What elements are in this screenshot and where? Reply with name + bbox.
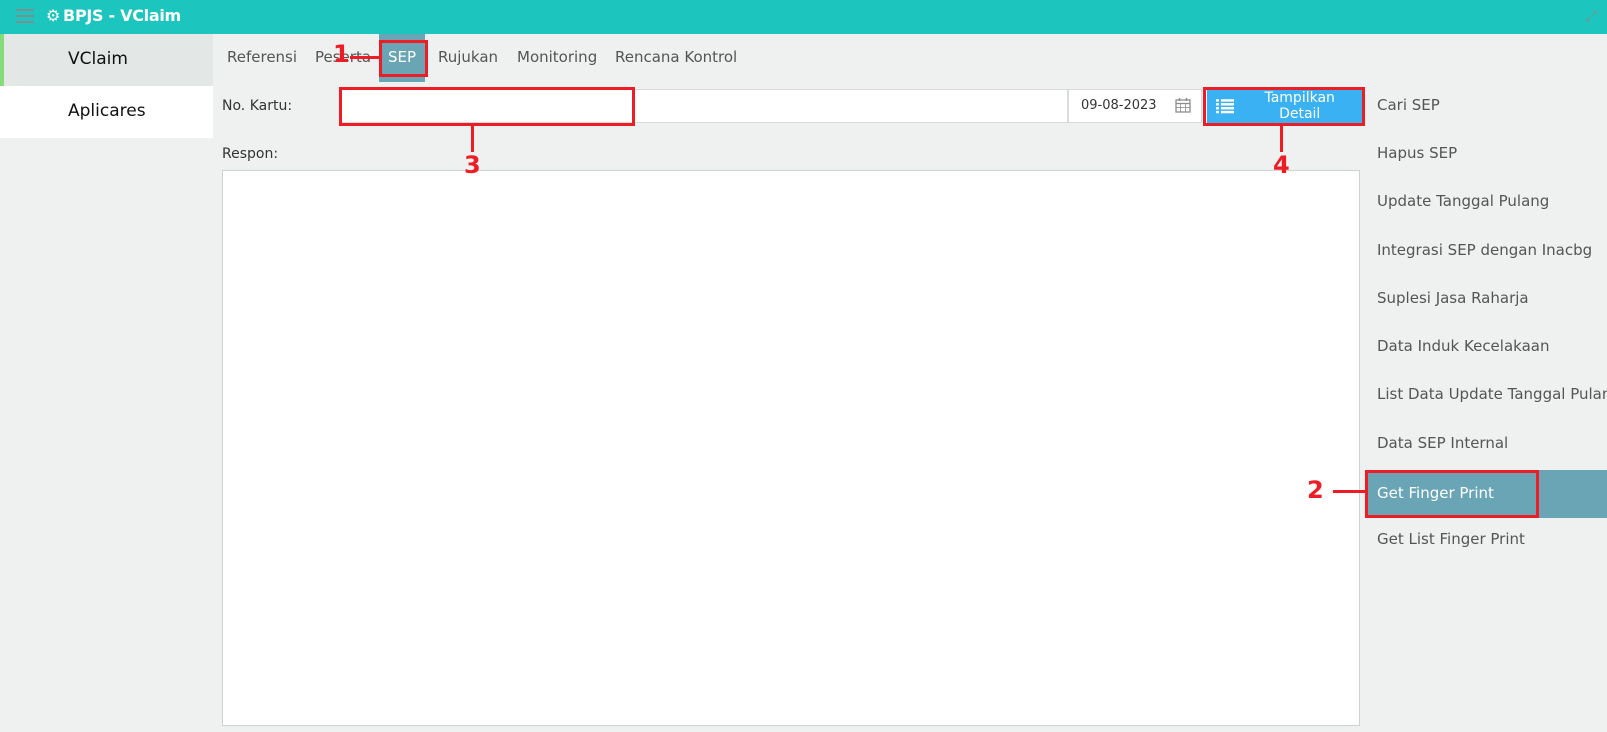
annotation-line-2 <box>1333 490 1365 493</box>
date-field[interactable]: 09-08-2023 <box>1068 89 1202 123</box>
tab-referensi[interactable]: Referensi <box>227 34 297 82</box>
tab-rencana-kontrol[interactable]: Rencana Kontrol <box>615 34 737 82</box>
menu-item-label: Data SEP Internal <box>1377 434 1509 452</box>
menu-item-label: Hapus SEP <box>1377 144 1458 162</box>
annotation-box-2 <box>1365 470 1539 518</box>
annotation-label-3: 3 <box>464 151 481 179</box>
respon-textarea[interactable] <box>222 170 1360 726</box>
annotation-box-1 <box>379 40 428 77</box>
menu-item-integrasi-sep-inacbg[interactable]: Integrasi SEP dengan Inacbg <box>1366 227 1607 275</box>
sidebar-item-label: VClaim <box>68 49 128 69</box>
expand-icon[interactable]: ⤢ <box>1585 7 1597 25</box>
menu-item-cari-sep[interactable]: Cari SEP <box>1366 82 1607 130</box>
calendar-icon[interactable] <box>1175 97 1191 113</box>
menu-item-suplesi-jasa-raharja[interactable]: Suplesi Jasa Raharja <box>1366 275 1607 323</box>
top-bar: ⚙ BPJS - VClaim ⤢ <box>0 0 1607 34</box>
annotation-box-4 <box>1203 87 1365 126</box>
menu-item-label: Get List Finger Print <box>1377 530 1525 548</box>
hamburger-icon[interactable] <box>16 9 34 25</box>
menu-item-label: Integrasi SEP dengan Inacbg <box>1377 241 1593 259</box>
respon-label: Respon: <box>222 146 279 162</box>
sidebar-item-vclaim[interactable]: VClaim <box>0 34 213 86</box>
annotation-label-2: 2 <box>1307 476 1324 504</box>
annotation-line-3 <box>471 126 474 152</box>
annotation-label-4: 4 <box>1273 151 1290 179</box>
menu-item-hapus-sep[interactable]: Hapus SEP <box>1366 130 1607 178</box>
menu-item-data-sep-internal[interactable]: Data SEP Internal <box>1366 420 1607 468</box>
no-kartu-label: No. Kartu: <box>222 98 293 114</box>
menu-item-label: Update Tanggal Pulang <box>1377 192 1550 210</box>
menu-item-label: Suplesi Jasa Raharja <box>1377 289 1529 307</box>
app-title-text: BPJS - VClaim <box>63 6 181 25</box>
sidebar-item-label: Aplicares <box>68 101 146 121</box>
menu-item-update-tanggal-pulang[interactable]: Update Tanggal Pulang <box>1366 178 1607 226</box>
date-value: 09-08-2023 <box>1081 98 1157 113</box>
menu-item-label: Data Induk Kecelakaan <box>1377 337 1550 355</box>
annotation-line-4 <box>1280 126 1283 152</box>
tab-rujukan[interactable]: Rujukan <box>438 34 498 82</box>
app-title: ⚙ BPJS - VClaim <box>46 6 181 25</box>
menu-item-data-induk-kecelakaan[interactable]: Data Induk Kecelakaan <box>1366 323 1607 371</box>
annotation-line-1 <box>350 56 379 59</box>
annotation-box-3 <box>339 87 635 126</box>
menu-item-label: List Data Update Tanggal Pulang <box>1377 385 1607 403</box>
annotation-label-1: 1 <box>333 40 350 68</box>
menu-item-get-list-finger-print[interactable]: Get List Finger Print <box>1366 516 1607 564</box>
sidebar-item-aplicares[interactable]: Aplicares <box>0 86 213 138</box>
menu-item-list-data-update-tanggal-pulang[interactable]: List Data Update Tanggal Pulang <box>1366 371 1607 419</box>
tab-monitoring[interactable]: Monitoring <box>517 34 597 82</box>
menu-item-label: Cari SEP <box>1377 96 1440 114</box>
gear-icon: ⚙ <box>46 6 61 25</box>
sidebar: VClaim Aplicares <box>0 34 213 138</box>
